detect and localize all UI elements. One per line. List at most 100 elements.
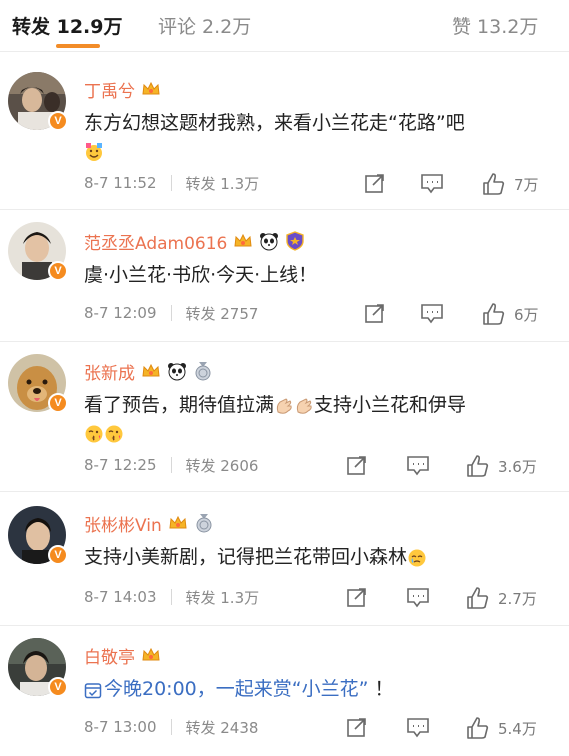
like-button[interactable]: 6万: [482, 302, 539, 326]
share-button[interactable]: [364, 172, 386, 194]
comment-text-part: ！: [374, 678, 394, 700]
share-icon: [347, 588, 366, 607]
kiss-emoji: [105, 425, 123, 442]
panda-icon: [168, 363, 186, 381]
calendar-check-icon: [84, 682, 102, 698]
comment-text: 看了预告，期待值拉满 支持小兰花和伊导: [84, 392, 466, 418]
avatar[interactable]: V: [8, 72, 68, 131]
verified-icon: V: [48, 393, 68, 413]
topic-text: 今晚20:00，一起来赏“小兰花”: [104, 678, 369, 700]
medal-icon: [195, 362, 211, 381]
like-count: 7万: [514, 175, 539, 194]
thumbs-up-icon: [467, 717, 489, 739]
username[interactable]: 范丞丞Adam0616: [84, 229, 227, 254]
like-button[interactable]: 3.6万: [466, 454, 537, 478]
divider: [170, 175, 172, 191]
comment-icon: [407, 456, 429, 476]
comment-icon: [407, 718, 429, 738]
comment-text-part: 支持小兰花和伊导: [314, 394, 467, 416]
comment-button[interactable]: [420, 172, 444, 194]
verified-icon: V: [48, 111, 68, 131]
list-item[interactable]: V 丁禹兮 东方幻想这题材我熟，来看小兰花走“花路”吧 8-7 11:52 转发…: [0, 66, 569, 210]
like-button[interactable]: 5.4万: [466, 716, 537, 740]
list-item[interactable]: V 白敬亭 今晚20:00，一起来赏“小兰花” ！ 8-7 13:00 转发 2…: [0, 626, 569, 756]
comment-text: 今晚20:00，一起来赏“小兰花” ！: [84, 676, 394, 702]
share-icon: [365, 174, 384, 193]
like-button[interactable]: 7万: [482, 172, 539, 196]
username[interactable]: 张彬彬Vin: [84, 511, 162, 536]
like-count: 6万: [514, 305, 539, 324]
verified-icon: V: [48, 261, 68, 281]
avatar[interactable]: V: [8, 506, 68, 565]
thumbs-up-icon: [467, 587, 489, 609]
divider: [170, 719, 172, 735]
divider: [170, 589, 172, 605]
repost-count: 转发 2606: [185, 456, 259, 475]
applause-emoji: [86, 142, 102, 161]
list-item[interactable]: V 张彬彬Vin 支持小美新剧，记得把兰花带回小森林 8-7 14:03 转发 …: [0, 492, 569, 626]
list-item[interactable]: V 张新成 看了预告，期待值拉满 支持小兰花和伊导 8-7 12:25 转发 26…: [0, 342, 569, 492]
like-count: 3.6万: [498, 457, 537, 476]
username[interactable]: 张新成: [84, 359, 135, 384]
comment-button[interactable]: [406, 454, 430, 476]
like-button[interactable]: 2.7万: [466, 586, 537, 610]
divider: [170, 457, 172, 473]
comment-time: 8-7 12:25: [84, 456, 157, 474]
list-item[interactable]: V 范丞丞Adam0616 虞·小兰花·书欣·今天·上线！ 8-7 12:09 …: [0, 210, 569, 342]
comment-button[interactable]: [406, 716, 430, 738]
shield-icon: [286, 231, 305, 251]
avatar[interactable]: V: [8, 222, 68, 281]
share-icon: [347, 456, 366, 475]
comment-icon: [421, 304, 443, 324]
crown-icon: [142, 363, 160, 377]
tab-repost[interactable]: 转发 12.9万: [12, 12, 123, 39]
thumbs-up-icon: [467, 455, 489, 477]
tab-like[interactable]: 赞 13.2万: [452, 12, 538, 39]
kiss-emoji: [85, 425, 103, 442]
verified-icon: V: [48, 545, 68, 565]
comment-text: 东方幻想这题材我熟，来看小兰花走“花路”吧: [84, 112, 465, 134]
comment-icon: [407, 588, 429, 608]
share-button[interactable]: [346, 586, 368, 608]
share-button[interactable]: [346, 716, 368, 738]
teary-emoji: [408, 549, 426, 566]
clap-emoji: [296, 397, 312, 414]
tab-bar: 转发 12.9万 评论 2.2万 赞 13.2万: [0, 0, 569, 52]
share-icon: [365, 304, 384, 323]
repost-count: 转发 2438: [185, 718, 259, 737]
comment-time: 8-7 14:03: [84, 588, 157, 606]
username[interactable]: 白敬亭: [84, 643, 135, 668]
active-tab-indicator: [56, 44, 100, 48]
like-count: 2.7万: [498, 589, 537, 608]
comment-text-part: 支持小美新剧，记得把兰花带回小森林: [84, 546, 408, 568]
crown-icon: [169, 515, 187, 529]
username[interactable]: 丁禹兮: [84, 77, 135, 102]
repost-count: 转发 2757: [185, 304, 259, 323]
repost-count: 转发 1.3万: [185, 174, 260, 193]
avatar[interactable]: V: [8, 354, 68, 413]
like-count: 5.4万: [498, 719, 537, 738]
thumbs-up-icon: [483, 303, 505, 325]
comment-button[interactable]: [406, 586, 430, 608]
panda-icon: [260, 233, 279, 251]
crown-icon: [234, 233, 252, 247]
share-icon: [347, 718, 366, 737]
comment-text-part: 看了预告，期待值拉满: [84, 394, 275, 416]
divider: [170, 305, 172, 321]
crown-icon: [142, 81, 160, 95]
topic-link[interactable]: 今晚20:00，一起来赏“小兰花”: [84, 678, 375, 700]
crown-icon: [142, 647, 160, 661]
comment-button[interactable]: [420, 302, 444, 324]
verified-icon: V: [48, 677, 68, 697]
clap-emoji: [276, 397, 292, 414]
comment-time: 8-7 11:52: [84, 174, 157, 192]
comment-text: 支持小美新剧，记得把兰花带回小森林: [84, 544, 427, 570]
avatar[interactable]: V: [8, 638, 68, 697]
share-button[interactable]: [364, 302, 386, 324]
thumbs-up-icon: [483, 173, 505, 195]
comment-icon: [421, 174, 443, 194]
comment-text: 虞·小兰花·书欣·今天·上线！: [84, 264, 318, 286]
tab-comment[interactable]: 评论 2.2万: [158, 12, 251, 39]
share-button[interactable]: [346, 454, 368, 476]
comment-time: 8-7 12:09: [84, 304, 157, 322]
